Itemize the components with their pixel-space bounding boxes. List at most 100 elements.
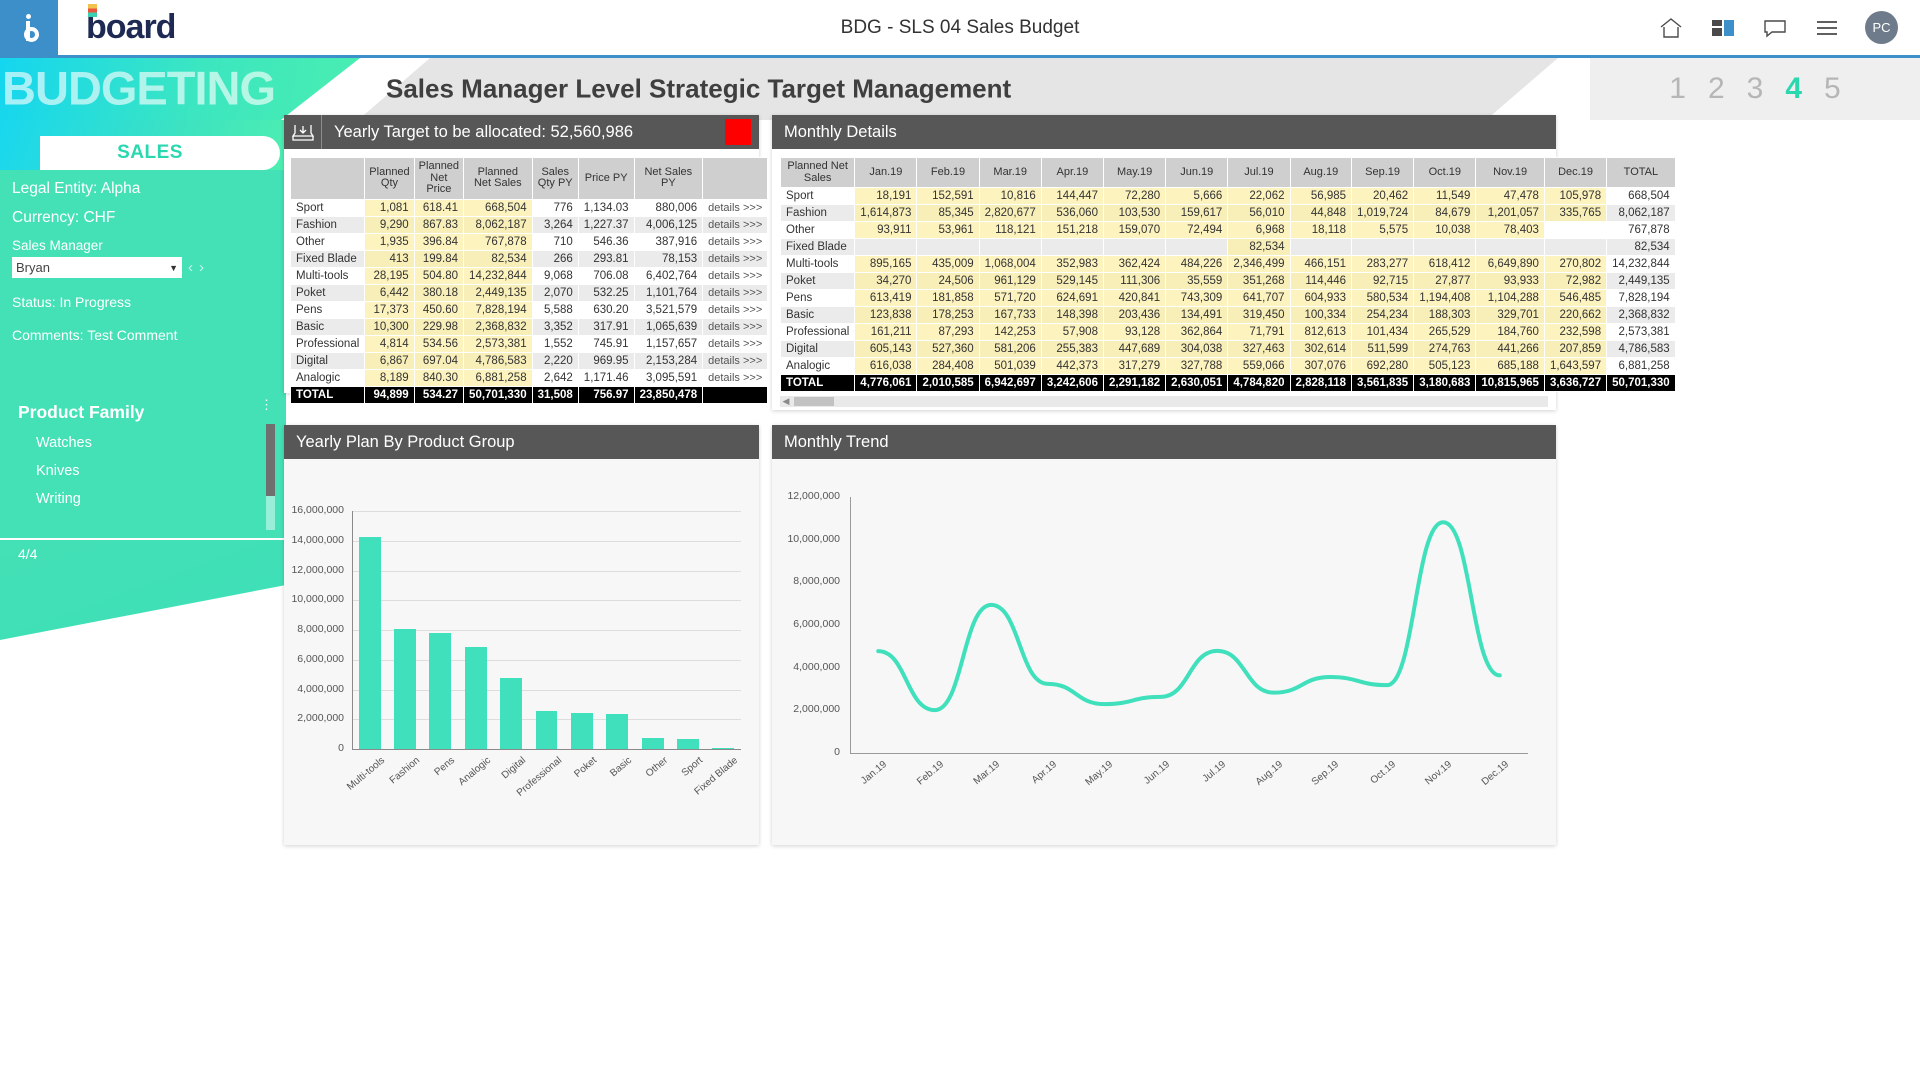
- details-link[interactable]: details >>>: [702, 232, 769, 251]
- step-4[interactable]: 4: [1785, 72, 1802, 106]
- table-row[interactable]: Pens 613,419 181,858 571,720 624,691 420,841 7…: [779, 289, 1676, 308]
- step-1[interactable]: 1: [1669, 72, 1686, 106]
- table-row[interactable]: Digital 605,143 527,360 581,206 255,383 447,6…: [779, 340, 1676, 359]
- cell: 1,065,639: [633, 317, 704, 336]
- step-5[interactable]: 5: [1824, 72, 1841, 106]
- table-row[interactable]: Pens 17,373 450.60 7,828,194 5,588 630.20 3,52…: [289, 300, 769, 319]
- table-row[interactable]: Fashion 9,290 867.83 8,062,187 3,264 1,227.37…: [289, 215, 769, 234]
- cell: 466,151: [1289, 255, 1353, 274]
- cell: 10,816: [978, 187, 1042, 206]
- cell: 527,360: [916, 340, 980, 359]
- cell: 447,689: [1102, 340, 1167, 359]
- scroll-left-icon[interactable]: ◀: [780, 396, 792, 407]
- cell: 1,081: [364, 198, 415, 217]
- product-family-scrollbar-thumb[interactable]: [266, 424, 275, 496]
- bar[interactable]: [535, 710, 558, 749]
- table-row[interactable]: Poket 6,442 380.18 2,449,135 2,070 532.25 1,10…: [289, 283, 769, 302]
- table-row[interactable]: Fashion 1,614,873 85,345 2,820,677 536,060 10…: [779, 204, 1676, 223]
- cell: 93,911: [854, 221, 918, 240]
- alert-square-button[interactable]: [725, 119, 751, 145]
- cell: 2,642: [531, 368, 579, 387]
- details-link[interactable]: details >>>: [702, 198, 769, 217]
- cell: 706.08: [577, 266, 635, 285]
- cell: 14,232,844: [463, 266, 533, 285]
- cell: Fashion: [289, 215, 366, 234]
- sales-manager-label: Sales Manager: [12, 238, 103, 253]
- scrollbar-thumb[interactable]: [794, 397, 834, 407]
- total-cell: 3,561,835: [1351, 374, 1415, 393]
- details-link[interactable]: details >>>: [702, 249, 769, 268]
- cell: 1,552: [531, 334, 579, 353]
- brand-text: board: [86, 8, 176, 46]
- details-link[interactable]: details >>>: [702, 300, 769, 319]
- list-item[interactable]: Knives: [36, 463, 274, 479]
- table-row[interactable]: Multi-tools 28,195 504.80 14,232,844 9,068 70…: [289, 266, 769, 285]
- table-row[interactable]: Basic 10,300 229.98 2,368,832 3,352 317.91 1,0…: [289, 317, 769, 336]
- menu-icon[interactable]: [1813, 15, 1841, 41]
- topbar-actions: PC: [1657, 11, 1920, 44]
- cell: [1102, 238, 1167, 257]
- sales-manager-select[interactable]: Bryan ▼: [12, 257, 182, 278]
- table-row[interactable]: Sport 18,191 152,591 10,816 144,447 72,280 5,6…: [779, 187, 1676, 206]
- cell: 580,534: [1351, 289, 1415, 308]
- more-options-icon[interactable]: ⋮: [260, 398, 274, 411]
- monthly-horizontal-scrollbar[interactable]: ◀: [780, 396, 1548, 408]
- table-row[interactable]: Basic 123,838 178,253 167,733 148,398 203,436…: [779, 306, 1676, 325]
- bar[interactable]: [394, 629, 416, 749]
- cell: 1,201,057: [1475, 204, 1545, 223]
- sales-manager-value: Bryan: [16, 260, 50, 275]
- monthly-trend-chart-title: Monthly Trend: [784, 432, 889, 451]
- details-link[interactable]: details >>>: [702, 266, 769, 285]
- table-row[interactable]: Professional 4,814 534.56 2,573,381 1,552 745…: [289, 334, 769, 353]
- details-link[interactable]: details >>>: [702, 334, 769, 353]
- prev-manager-icon[interactable]: ‹: [188, 259, 193, 276]
- yearly-table-wrap: Planned Qty Planned Net Price Planned Net …: [284, 149, 769, 404]
- details-link[interactable]: details >>>: [702, 283, 769, 302]
- table-row[interactable]: Other 93,911 53,961 118,121 151,218 159,070 72…: [779, 221, 1676, 240]
- home-icon[interactable]: [1657, 15, 1685, 41]
- cell: Professional: [289, 334, 366, 353]
- bar[interactable]: [712, 747, 735, 749]
- avatar[interactable]: PC: [1865, 11, 1898, 44]
- bar[interactable]: [429, 632, 452, 749]
- sales-manager-row: Bryan ▼ ‹ ›: [12, 257, 274, 278]
- table-row[interactable]: Professional 161,211 87,293 142,253 57,908 93…: [779, 323, 1676, 342]
- board-logo-mark[interactable]: [0, 0, 58, 57]
- table-row[interactable]: Analogic 8,189 840.30 6,881,258 2,642 1,171.4…: [289, 368, 769, 387]
- cell: 2,070: [531, 283, 579, 302]
- comment-icon[interactable]: [1761, 15, 1789, 41]
- bar[interactable]: [676, 739, 699, 749]
- details-link[interactable]: details >>>: [702, 351, 769, 370]
- bar[interactable]: [464, 646, 487, 749]
- step-3[interactable]: 3: [1747, 72, 1764, 106]
- cell: 53,961: [916, 221, 980, 240]
- cell: 1,157,657: [633, 334, 704, 353]
- list-item[interactable]: Writing: [36, 491, 274, 507]
- cell: 199.84: [413, 249, 465, 268]
- bar[interactable]: [570, 712, 593, 749]
- dashboard-icon[interactable]: [1709, 15, 1737, 41]
- table-row[interactable]: Sport 1,081 618.41 668,504 776 1,134.03 880,00…: [289, 198, 769, 217]
- details-link[interactable]: details >>>: [702, 317, 769, 336]
- cell: 254,234: [1351, 306, 1415, 325]
- table-row[interactable]: Analogic 616,038 284,408 501,039 442,373 317,…: [779, 357, 1676, 376]
- product-family-list: Watches Knives Writing: [18, 435, 274, 507]
- cell: 9,290: [364, 215, 415, 234]
- cell: 616,038: [854, 357, 918, 376]
- table-row[interactable]: Fixed Blade 82,534 82,534: [779, 238, 1676, 257]
- step-2[interactable]: 2: [1708, 72, 1725, 106]
- details-link[interactable]: details >>>: [702, 215, 769, 234]
- bar[interactable]: [641, 737, 664, 749]
- table-row[interactable]: Other 1,935 396.84 767,878 710 546.36 387,916 d…: [289, 232, 769, 251]
- bar[interactable]: [500, 677, 523, 749]
- bar[interactable]: [606, 713, 629, 749]
- list-item[interactable]: Watches: [36, 435, 274, 451]
- bar[interactable]: [358, 537, 381, 749]
- next-manager-icon[interactable]: ›: [199, 259, 204, 276]
- table-row[interactable]: Fixed Blade 413 199.84 82,534 266 293.81 78,15…: [289, 249, 769, 268]
- column-header: Jun.19: [1165, 156, 1229, 189]
- details-link[interactable]: details >>>: [702, 368, 769, 387]
- table-row[interactable]: Multi-tools 895,165 435,009 1,068,004 352,98…: [779, 255, 1676, 274]
- table-row[interactable]: Poket 34,270 24,506 961,129 529,145 111,306 35…: [779, 272, 1676, 291]
- table-row[interactable]: Digital 6,867 697.04 4,786,583 2,220 969.95 2,…: [289, 351, 769, 370]
